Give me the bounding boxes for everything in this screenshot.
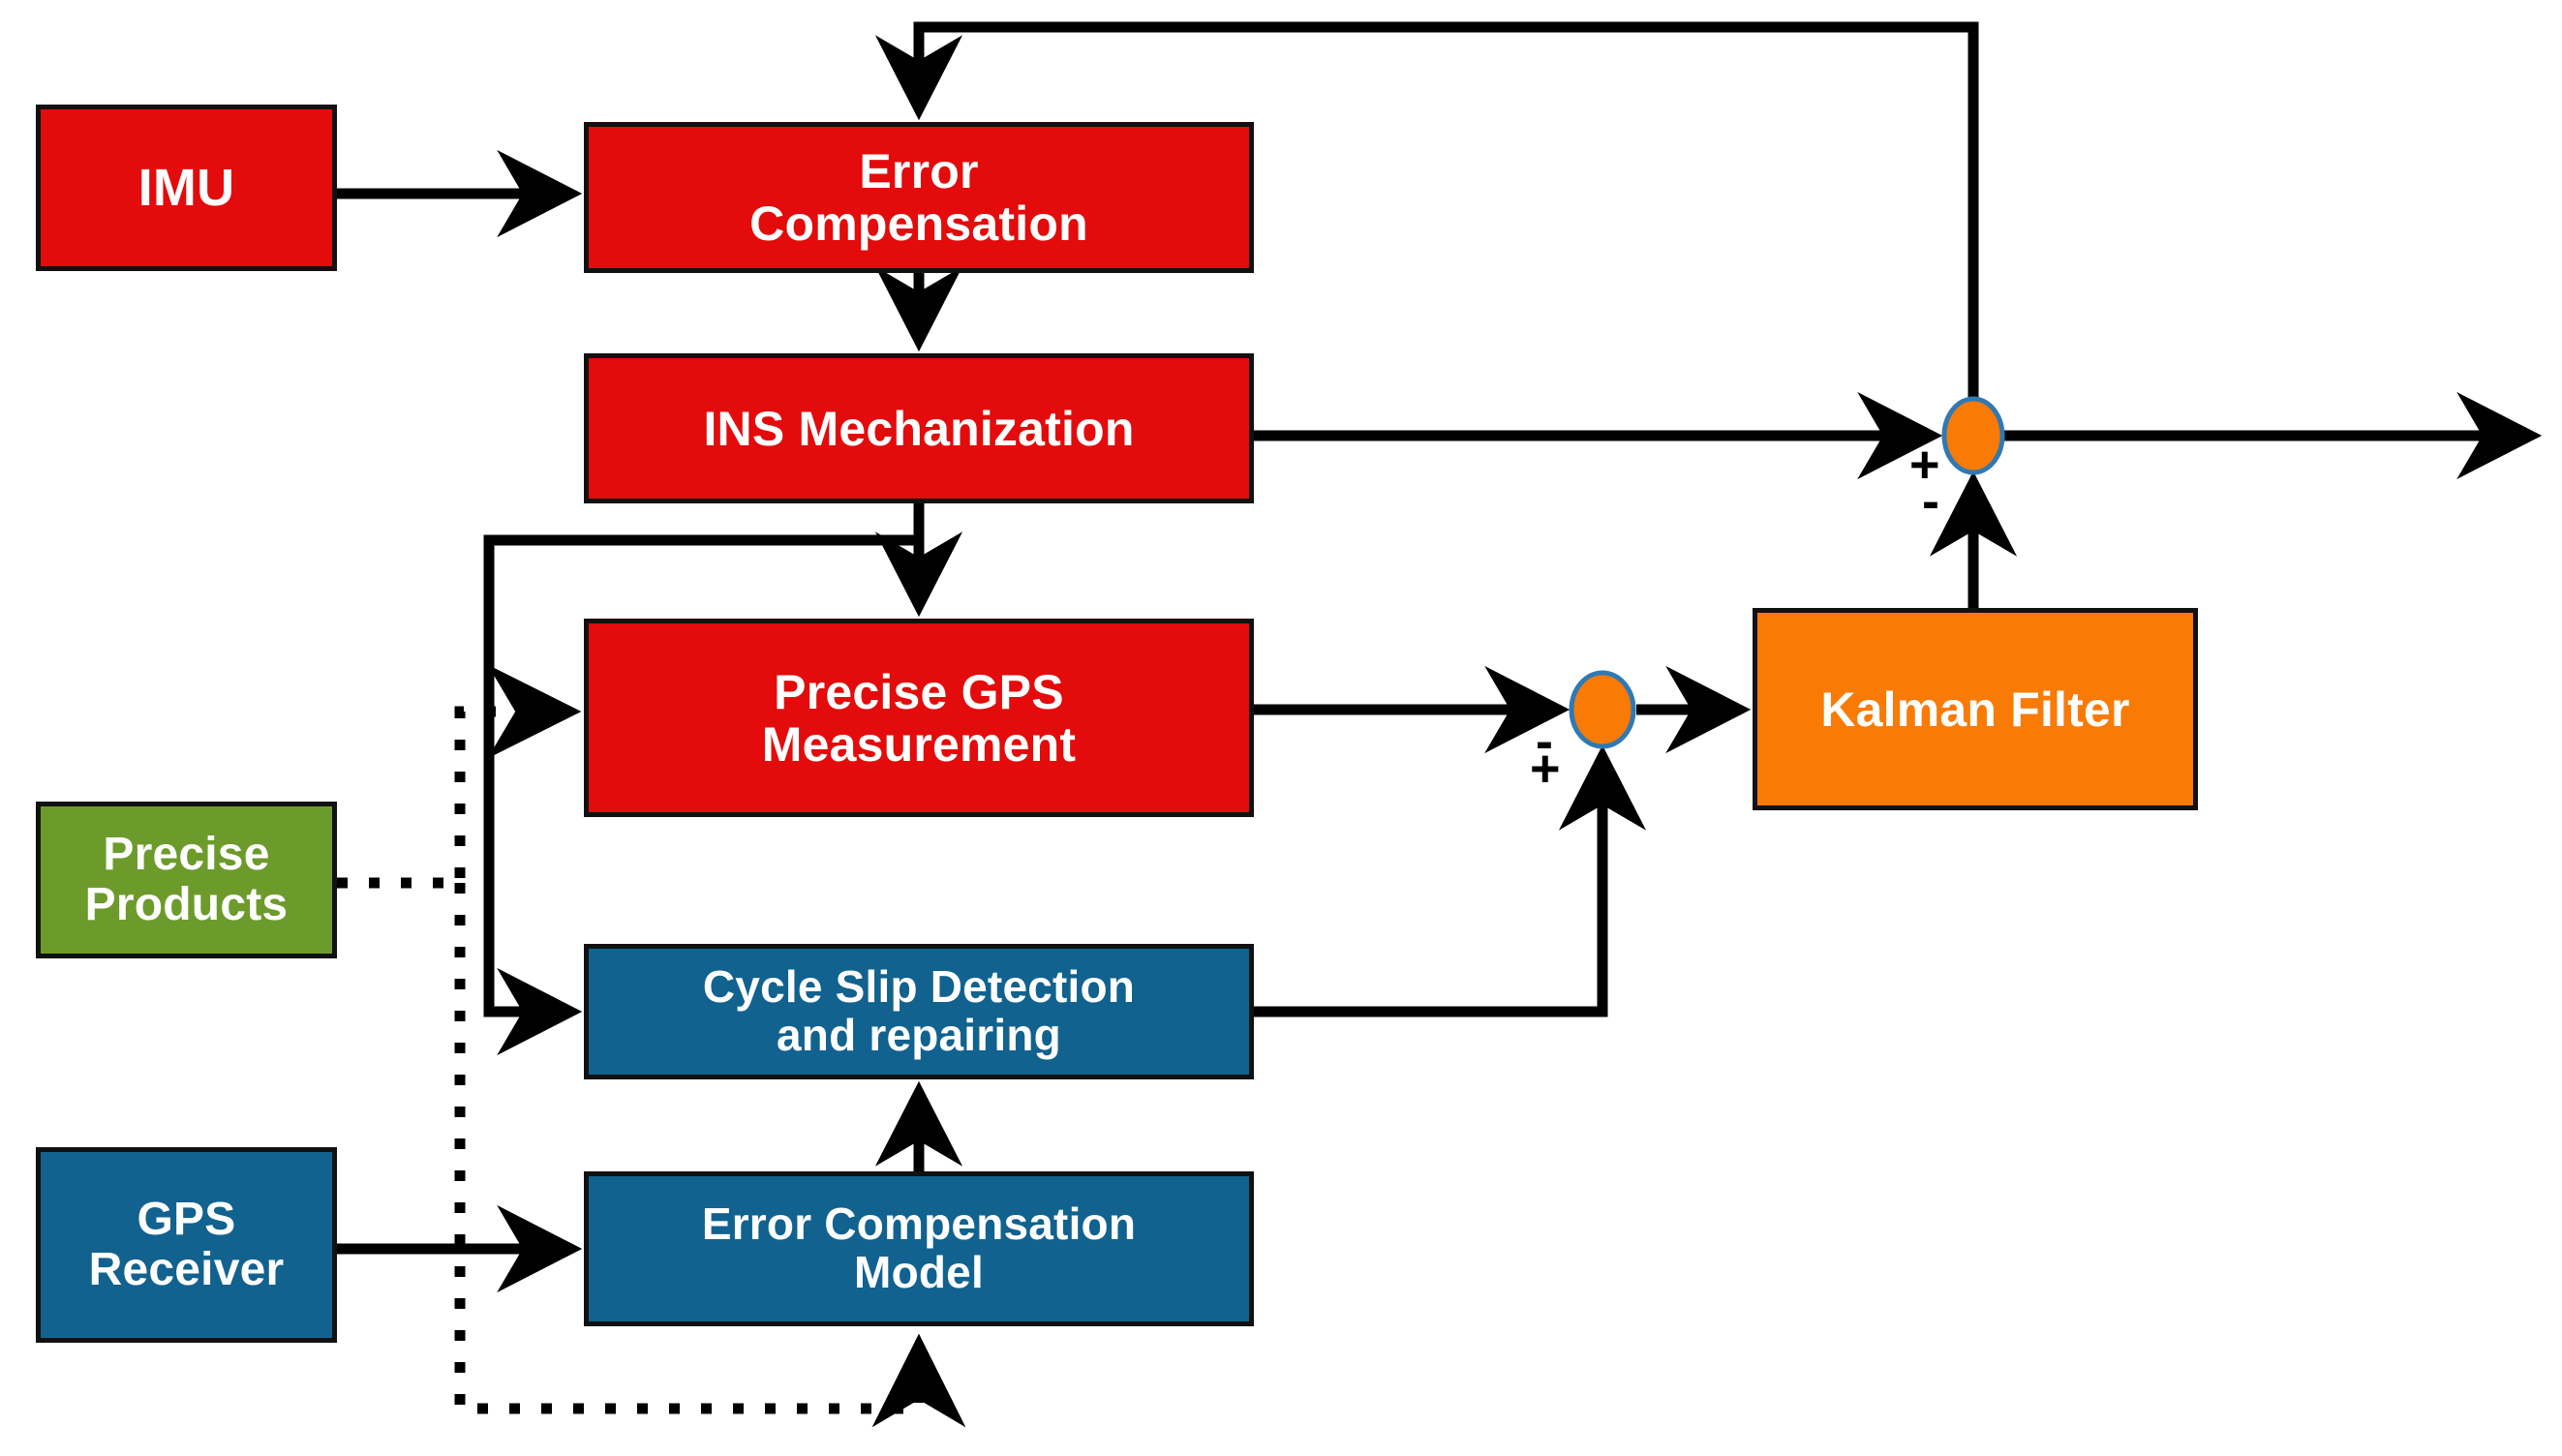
node-gps-error-compensation-model[interactable]: Error Compensation Model (584, 1171, 1254, 1326)
node-gps-receiver-line2: Receiver (88, 1244, 285, 1295)
node-gps-error-model-line1: Error Compensation (701, 1198, 1137, 1250)
node-imu[interactable]: IMU (36, 105, 337, 271)
node-precise-products-line1: Precise (103, 829, 270, 881)
node-gps-receiver-label: GPS Receiver (89, 1195, 285, 1295)
node-precise-products[interactable]: Precise Products (36, 802, 337, 958)
node-cycle-slip-label: Cycle Slip Detection and repairing (703, 963, 1135, 1059)
node-error-compensation-line2: Compensation (749, 197, 1088, 251)
sign-top-minus: - (1922, 472, 1939, 531)
edge-preciseprod-to-precisegps (337, 664, 582, 889)
node-precise-gps-line2: Measurement (761, 716, 1077, 772)
node-precise-gps-measurement-label: Precise GPS Measurement (762, 666, 1077, 771)
node-kalman-filter[interactable]: Kalman Filter (1753, 608, 2198, 810)
node-cycle-slip-line2: and repairing (776, 1010, 1061, 1060)
node-cycle-slip-line1: Cycle Slip Detection (702, 961, 1136, 1013)
node-imu-label: IMU (137, 158, 235, 217)
node-cycle-slip-detection[interactable]: Cycle Slip Detection and repairing (584, 944, 1254, 1079)
node-ins-mechanization[interactable]: INS Mechanization (584, 353, 1254, 503)
node-gps-receiver-line1: GPS (137, 1194, 236, 1246)
node-error-compensation-line1: Error (859, 144, 979, 198)
summing-junction-bottom (1569, 670, 1636, 749)
node-gps-error-model-line2: Model (854, 1247, 984, 1297)
node-precise-gps-line1: Precise GPS (774, 664, 1064, 719)
node-precise-products-label: Precise Products (85, 830, 289, 930)
node-error-compensation[interactable]: Error Compensation (584, 122, 1254, 273)
sign-bottom-plus: + (1530, 740, 1561, 798)
diagram-canvas: IMU Error Compensation INS Mechanization… (0, 0, 2562, 1456)
node-kalman-filter-label: Kalman Filter (1820, 682, 2130, 737)
node-gps-receiver[interactable]: GPS Receiver (36, 1147, 337, 1343)
node-error-compensation-label: Error Compensation (749, 145, 1088, 250)
node-precise-gps-measurement[interactable]: Precise GPS Measurement (584, 619, 1254, 817)
node-gps-error-model-label: Error Compensation Model (702, 1200, 1136, 1296)
node-ins-mechanization-label: INS Mechanization (703, 401, 1135, 456)
summing-junction-top (1941, 396, 2005, 475)
node-precise-products-line2: Products (84, 879, 289, 930)
